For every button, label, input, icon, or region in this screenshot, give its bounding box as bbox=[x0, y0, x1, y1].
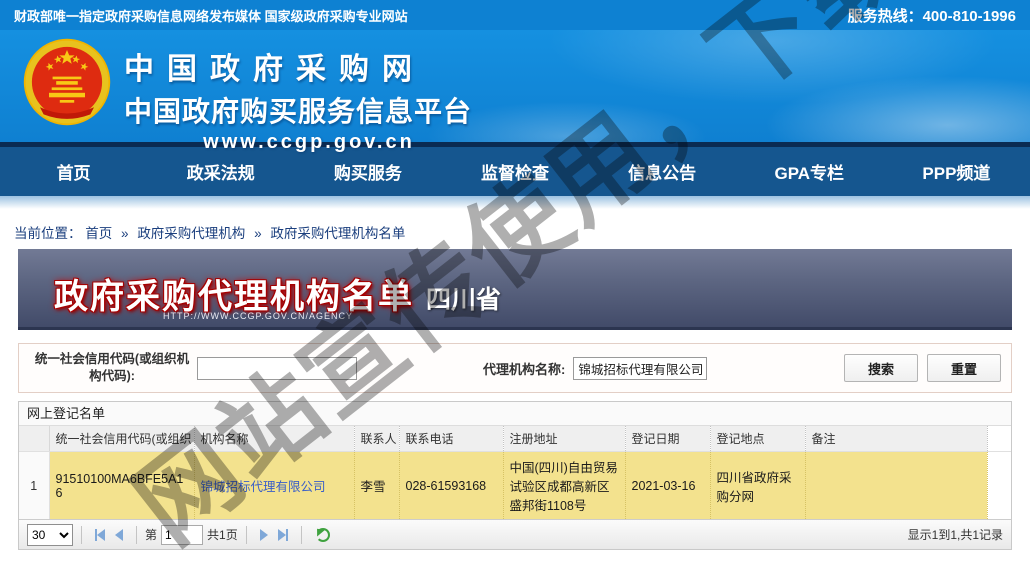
record-summary: 显示1到1,共1记录 bbox=[908, 526, 1003, 543]
page-size-select[interactable]: 30 bbox=[27, 524, 73, 546]
pager-divider bbox=[246, 526, 247, 544]
agency-table: 统一社会信用代码(或组织 机构名称 联系人 联系电话 注册地址 登记日期 登记地… bbox=[19, 426, 1011, 519]
cell-date: 2021-03-16 bbox=[625, 452, 710, 520]
cell-address: 中国(四川)自由贸易试验区成都高新区盛邦街1108号 bbox=[503, 452, 625, 520]
nav-fade-strip bbox=[0, 196, 1030, 209]
refresh-icon[interactable] bbox=[316, 528, 330, 542]
nav-item-gpa[interactable]: GPA专栏 bbox=[736, 147, 883, 196]
table-header-row: 统一社会信用代码(或组织 机构名称 联系人 联系电话 注册地址 登记日期 登记地… bbox=[19, 426, 1011, 452]
nav-item-regulations[interactable]: 政采法规 bbox=[147, 147, 294, 196]
breadcrumb-current: 政府采购代理机构名单 bbox=[270, 226, 405, 241]
service-hotline: 服务热线：400-810-1996 bbox=[848, 5, 1016, 26]
last-page-icon[interactable] bbox=[278, 529, 288, 541]
first-page-icon[interactable] bbox=[95, 529, 105, 541]
site-url: www.ccgp.gov.cn bbox=[124, 131, 494, 154]
top-info-bar: 财政部唯一指定政府采购信息网络发布媒体 国家级政府采购专业网站 服务热线：400… bbox=[0, 0, 1030, 30]
col-place: 登记地点 bbox=[710, 426, 805, 452]
search-button[interactable]: 搜索 bbox=[844, 354, 918, 382]
nav-item-announcements[interactable]: 信息公告 bbox=[589, 147, 736, 196]
cell-note bbox=[805, 452, 987, 520]
credit-code-label: 统一社会信用代码(或组织机构代码): bbox=[33, 351, 191, 385]
agency-name-input[interactable] bbox=[573, 357, 707, 380]
nav-item-supervision[interactable]: 监督检查 bbox=[441, 147, 588, 196]
col-address: 注册地址 bbox=[503, 426, 625, 452]
col-credit-code: 统一社会信用代码(或组织 bbox=[49, 426, 194, 452]
cell-credit-code: 91510100MA6BFE5A16 bbox=[49, 452, 194, 520]
national-emblem-icon bbox=[22, 36, 112, 133]
col-filler bbox=[987, 426, 1011, 452]
cell-filler bbox=[987, 452, 1011, 520]
cell-place: 四川省政府采购分网 bbox=[710, 452, 805, 520]
page-label-suffix: 共1页 bbox=[207, 526, 238, 543]
agency-name-label: 代理机构名称: bbox=[483, 359, 565, 378]
site-title-sub: 中国政府购买服务信息平台 bbox=[124, 90, 494, 130]
site-header: 中国政府采购网 中国政府购买服务信息平台 www.ccgp.gov.cn bbox=[0, 30, 1030, 142]
breadcrumb-link-home[interactable]: 首页 bbox=[85, 226, 112, 241]
site-slogan: 财政部唯一指定政府采购信息网络发布媒体 国家级政府采购专业网站 bbox=[14, 6, 408, 25]
breadcrumb-prefix: 当前位置： bbox=[14, 226, 82, 241]
breadcrumb-link-agency[interactable]: 政府采购代理机构 bbox=[137, 226, 245, 241]
banner-region: 四川省 bbox=[426, 280, 501, 316]
breadcrumb-separator: » bbox=[254, 226, 262, 241]
breadcrumb: 当前位置： 首页 » 政府采购代理机构 » 政府采购代理机构名单 bbox=[0, 209, 1030, 249]
agency-name-link[interactable]: 锦城招标代理有限公司 bbox=[201, 480, 326, 494]
credit-code-input[interactable] bbox=[197, 357, 357, 380]
site-title-main: 中国政府采购网 bbox=[124, 44, 494, 88]
search-panel: 统一社会信用代码(或组织机构代码): 代理机构名称: 搜索 重置 bbox=[18, 343, 1012, 393]
nav-item-purchase-services[interactable]: 购买服务 bbox=[294, 147, 441, 196]
page-label-prefix: 第 bbox=[145, 526, 157, 543]
nav-item-ppp[interactable]: PPP频道 bbox=[883, 147, 1030, 196]
table-row: 1 91510100MA6BFE5A16 锦城招标代理有限公司 李雪 028-6… bbox=[19, 452, 1011, 520]
col-index bbox=[19, 426, 49, 452]
site-titles: 中国政府采购网 中国政府购买服务信息平台 www.ccgp.gov.cn bbox=[124, 44, 494, 154]
col-contact: 联系人 bbox=[354, 426, 399, 452]
pager-divider bbox=[301, 526, 302, 544]
section-title: 网上登记名单 bbox=[19, 402, 1011, 426]
col-note: 备注 bbox=[805, 426, 987, 452]
col-phone: 联系电话 bbox=[399, 426, 503, 452]
prev-page-icon[interactable] bbox=[115, 529, 123, 541]
next-page-icon[interactable] bbox=[260, 529, 268, 541]
page-banner: 政府采购代理机构名单 四川省 HTTP://WWW.CCGP.GOV.CN/AG… bbox=[18, 249, 1012, 330]
main-nav: 首页 政采法规 购买服务 监督检查 信息公告 GPA专栏 PPP频道 bbox=[0, 147, 1030, 196]
reset-button[interactable]: 重置 bbox=[927, 354, 1001, 382]
cell-phone: 028-61593168 bbox=[399, 452, 503, 520]
results-panel: 网上登记名单 统一社会信用代码(或组织 机构名称 联系人 联系电话 注册地址 登… bbox=[18, 401, 1012, 550]
cell-index: 1 bbox=[19, 452, 49, 520]
pager-divider bbox=[81, 526, 82, 544]
nav-item-home[interactable]: 首页 bbox=[0, 147, 147, 196]
col-date: 登记日期 bbox=[625, 426, 710, 452]
cell-agency-name: 锦城招标代理有限公司 bbox=[194, 452, 354, 520]
breadcrumb-separator: » bbox=[121, 226, 129, 241]
banner-url: HTTP://WWW.CCGP.GOV.CN/AGENCY bbox=[163, 311, 353, 321]
cell-contact: 李雪 bbox=[354, 452, 399, 520]
col-agency-name: 机构名称 bbox=[194, 426, 354, 452]
page-number-input[interactable] bbox=[161, 525, 203, 545]
pager-divider bbox=[136, 526, 137, 544]
